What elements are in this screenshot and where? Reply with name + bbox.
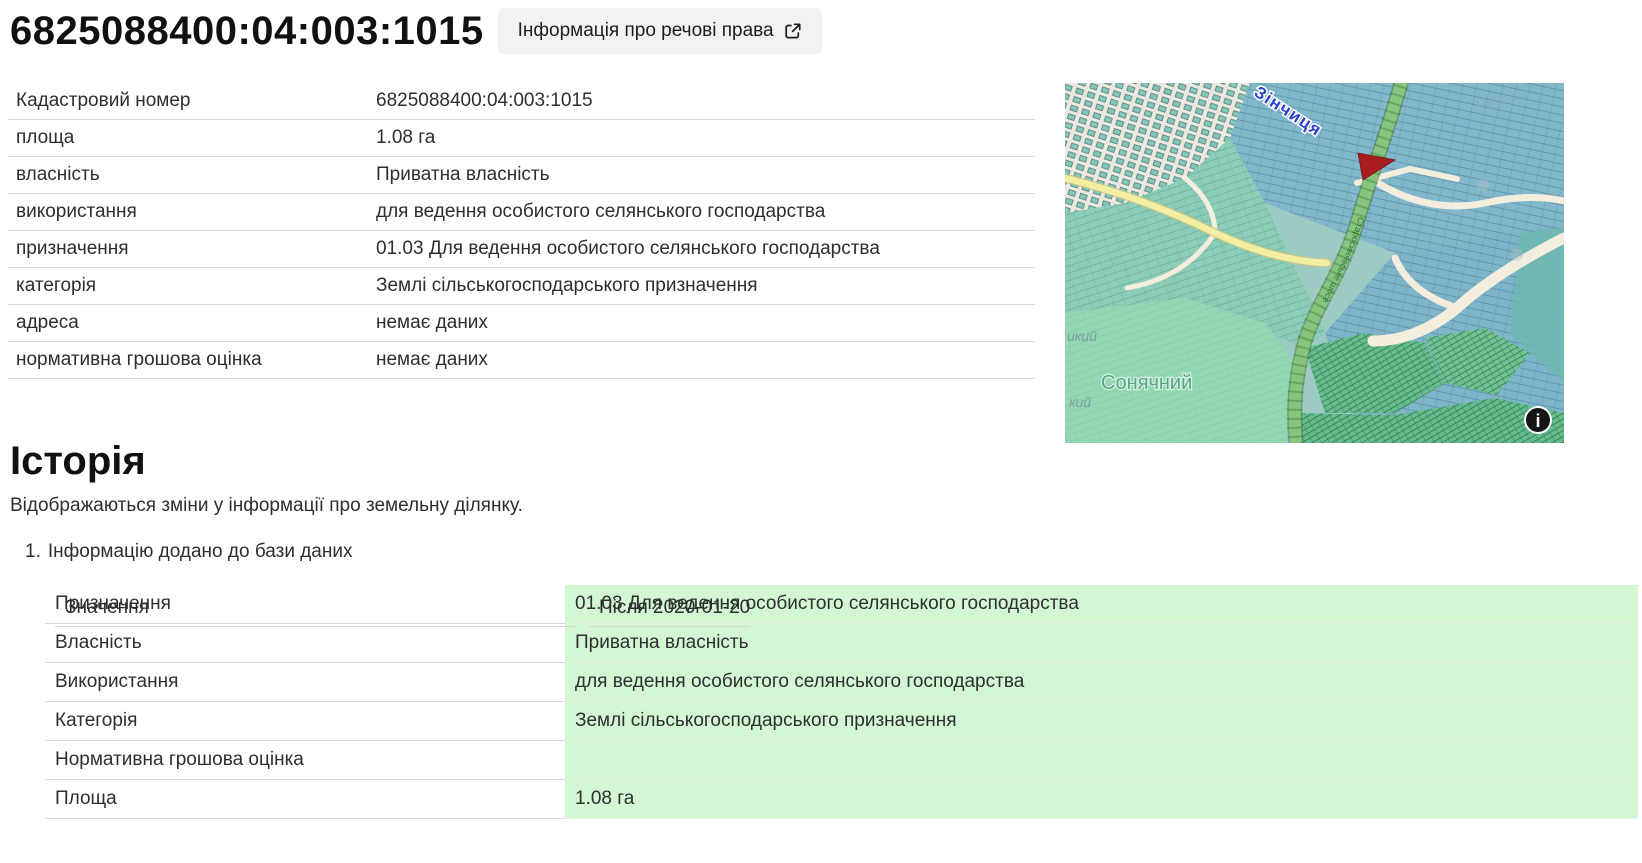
row-label: категорія — [8, 275, 376, 297]
parcel-details-table: Кадастровий номер 6825088400:04:003:1015… — [8, 83, 1035, 379]
row-label: власність — [8, 164, 376, 186]
row-label: Кадастровий номер — [8, 90, 376, 112]
row-value: Приватна власність — [376, 164, 1035, 186]
table-row: призначення 01.03 Для ведення особистого… — [8, 231, 1035, 268]
map-info-button[interactable]: i — [1524, 406, 1552, 434]
page-title: 6825088400:04:003:1015 — [10, 4, 484, 58]
external-link-icon — [784, 22, 802, 40]
row-label: призначення — [8, 238, 376, 260]
history-header-row: Значення Після 2020-01-20 — [55, 589, 750, 627]
row-value: 1.08 га — [376, 127, 1035, 149]
history-description: Відображаються зміни у інформації про зе… — [10, 495, 523, 517]
table-row: Нормативна грошова оцінка — [45, 741, 1638, 780]
row-value: немає даних — [376, 349, 1035, 371]
history-entry-index: 1. — [25, 541, 41, 563]
table-row: адреса немає даних — [8, 305, 1035, 342]
map-district-label: Сонячний — [1101, 372, 1192, 394]
map-label-fragment: икий — [1067, 328, 1097, 344]
row-label: адреса — [8, 312, 376, 334]
history-entry-title: 1. Інформацію додано до бази даних — [25, 541, 352, 563]
row-label: Нормативна грошова оцінка — [45, 741, 565, 780]
table-row: нормативна грошова оцінка немає даних — [8, 342, 1035, 379]
page-header: 6825088400:04:003:1015 Інформація про ре… — [10, 4, 822, 58]
table-row: Власність Приватна власність — [45, 624, 1638, 663]
row-label: площа — [8, 127, 376, 149]
row-value: для ведення особистого селянського госпо… — [565, 663, 1638, 702]
row-label: Використання — [45, 663, 565, 702]
row-value: Землі сільськогосподарського призначення — [565, 702, 1638, 741]
row-value: для ведення особистого селянського госпо… — [376, 201, 1035, 223]
table-row: категорія Землі сільськогосподарського п… — [8, 268, 1035, 305]
table-row: площа 1.08 га — [8, 120, 1035, 157]
property-rights-button-label: Інформація про речові права — [518, 20, 774, 42]
row-label: використання — [8, 201, 376, 223]
history-heading: Історія — [10, 438, 146, 484]
table-row: використання для ведення особистого селя… — [8, 194, 1035, 231]
row-label: Площа — [45, 780, 565, 819]
history-entry-label: Інформацію додано до бази даних — [48, 541, 353, 563]
row-value: 1.08 га — [565, 780, 1638, 819]
history-header-value: Після 2020-01-20 — [589, 589, 750, 627]
row-value: 6825088400:04:003:1015 — [376, 90, 1035, 112]
row-value: Землі сільськогосподарського призначення — [376, 275, 1035, 297]
table-row: власність Приватна власність — [8, 157, 1035, 194]
row-label: нормативна грошова оцінка — [8, 349, 376, 371]
table-row: Кадастровий номер 6825088400:04:003:1015 — [8, 83, 1035, 120]
row-value: 01.03 Для ведення особистого селянського… — [376, 238, 1035, 260]
property-rights-button[interactable]: Інформація про речові права — [498, 8, 822, 54]
row-value: Приватна власність — [565, 624, 1638, 663]
table-row: Площа 1.08 га — [45, 780, 1638, 819]
table-row: Категорія Землі сільськогосподарського п… — [45, 702, 1638, 741]
info-icon: i — [1535, 411, 1540, 431]
map-label-fragment: кий — [1069, 394, 1091, 410]
cadastral-map[interactable]: Старосинявське шосе Зінчиця О-2517 Соняч… — [1065, 83, 1564, 443]
row-label: Категорія — [45, 702, 565, 741]
history-header-label: Значення — [55, 589, 575, 627]
table-row: Використання для ведення особистого селя… — [45, 663, 1638, 702]
row-value — [565, 741, 1638, 780]
history-table: Значення Після 2020-01-20 Призначення 01… — [45, 585, 1638, 819]
row-label: Власність — [45, 624, 565, 663]
row-value: немає даних — [376, 312, 1035, 334]
